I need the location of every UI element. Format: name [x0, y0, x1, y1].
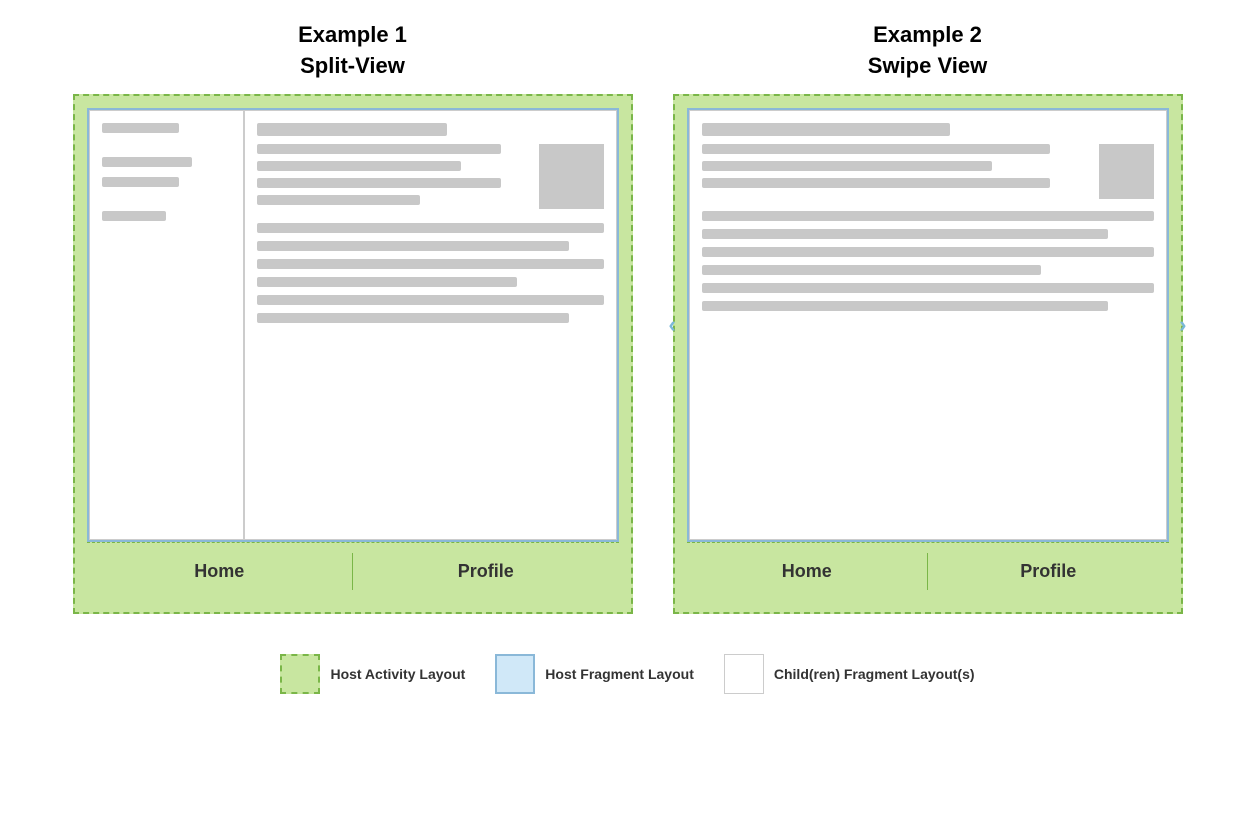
sidebar-bar-3	[102, 177, 179, 187]
legend-box-blue	[495, 654, 535, 694]
example2-title-line1: Example 2	[873, 22, 982, 47]
legend-label-green: Host Activity Layout	[330, 666, 465, 682]
example2-host-activity: ‹	[673, 94, 1183, 614]
example2-title-line2: Swipe View	[868, 53, 987, 78]
example2-block: Example 2 Swipe View ‹	[673, 20, 1183, 614]
content-bar-10	[257, 313, 569, 323]
content-bar-9	[257, 295, 604, 305]
swipe-content-header-row	[702, 144, 1154, 199]
example1-title-line1: Example 1	[298, 22, 407, 47]
page-container: Example 1 Split-View	[20, 20, 1235, 704]
content-bar-7	[257, 259, 604, 269]
swipe-bar-5	[702, 229, 1109, 239]
swipe-content-title	[702, 123, 951, 136]
content-header-row	[257, 144, 604, 209]
sidebar-bar-2	[102, 157, 192, 167]
example2-title: Example 2 Swipe View	[868, 20, 987, 82]
example2-content	[689, 110, 1167, 540]
example2-nav-profile[interactable]: Profile	[928, 543, 1169, 600]
example1-host-fragment	[87, 108, 619, 542]
example1-title: Example 1 Split-View	[298, 20, 407, 82]
swipe-left-arrow[interactable]: ‹	[665, 308, 680, 342]
content-bar-4	[257, 195, 420, 205]
example1-nav-profile[interactable]: Profile	[353, 543, 619, 600]
content-bar-6	[257, 241, 569, 251]
example1-sidebar	[89, 110, 244, 540]
example1-content	[244, 110, 617, 540]
legend-label-white: Child(ren) Fragment Layout(s)	[774, 666, 975, 682]
legend-item-white: Child(ren) Fragment Layout(s)	[724, 654, 975, 694]
swipe-bar-3	[702, 178, 1050, 188]
legend-item-blue: Host Fragment Layout	[495, 654, 694, 694]
content-bar-5	[257, 223, 604, 233]
content-bar-3	[257, 178, 502, 188]
legend-box-white	[724, 654, 764, 694]
legend-box-green	[280, 654, 320, 694]
example2-host-fragment	[687, 108, 1169, 542]
content-bar-2	[257, 161, 461, 171]
content-bar-8	[257, 277, 517, 287]
example1-nav-home[interactable]: Home	[87, 543, 353, 600]
example2-nav-home[interactable]: Home	[687, 543, 928, 600]
legend-item-green: Host Activity Layout	[280, 654, 465, 694]
example1-nav-bar: Home Profile	[87, 542, 619, 600]
swipe-right-arrow[interactable]: ›	[1175, 308, 1190, 342]
example1-title-line2: Split-View	[300, 53, 405, 78]
example1-host-activity: Home Profile	[73, 94, 633, 614]
swipe-content-text-col	[702, 144, 1089, 188]
examples-row: Example 1 Split-View	[20, 20, 1235, 614]
legend-row: Host Activity Layout Host Fragment Layou…	[280, 644, 974, 704]
swipe-bar-4	[702, 211, 1154, 221]
swipe-bar-6	[702, 247, 1154, 257]
example2-nav-bar: Home Profile	[687, 542, 1169, 600]
legend-label-blue: Host Fragment Layout	[545, 666, 694, 682]
swipe-bar-1	[702, 144, 1050, 154]
swipe-bar-7	[702, 265, 1041, 275]
content-title-bar	[257, 123, 448, 136]
swipe-bar-8	[702, 283, 1154, 293]
content-bar-1	[257, 144, 502, 154]
content-image	[539, 144, 604, 209]
example1-block: Example 1 Split-View	[73, 20, 633, 614]
content-text-col	[257, 144, 529, 205]
swipe-bar-2	[702, 161, 992, 171]
sidebar-bar-1	[102, 123, 179, 133]
example2-swipe-inner: ‹	[687, 108, 1169, 542]
swipe-content-image	[1099, 144, 1154, 199]
swipe-bar-9	[702, 301, 1109, 311]
sidebar-bar-4	[102, 211, 167, 221]
